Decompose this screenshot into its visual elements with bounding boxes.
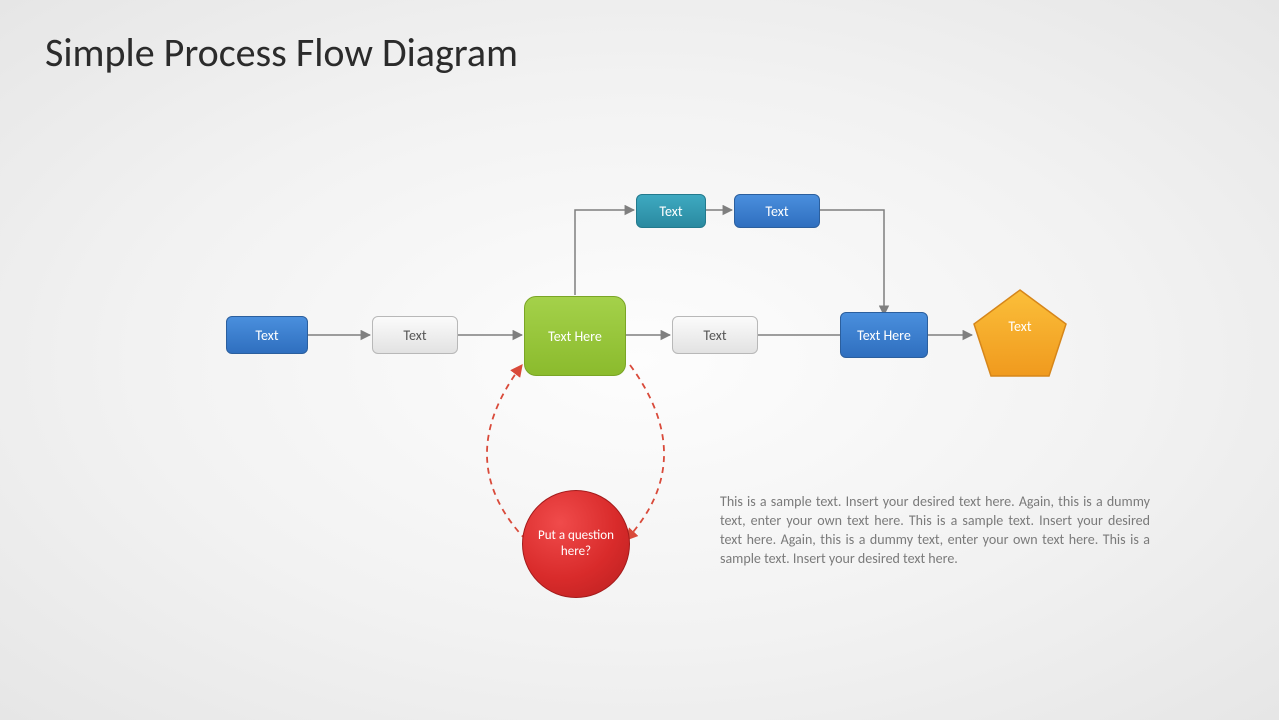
flow-node-6-pentagon: Text xyxy=(972,288,1068,378)
description-text: This is a sample text. Insert your desir… xyxy=(720,493,1150,569)
flow-node-4: Text xyxy=(672,316,758,354)
flow-node-circle: Put a question here? xyxy=(522,490,630,598)
pentagon-label: Text xyxy=(972,318,1068,335)
flow-node-3-green: Text Here xyxy=(524,296,626,376)
diagram-canvas: Text Text Text Text Text Here Text Text … xyxy=(0,0,1279,720)
flow-node-1: Text xyxy=(226,316,308,354)
connector-layer xyxy=(0,0,1279,720)
flow-node-top-teal: Text xyxy=(636,194,706,228)
flow-node-top-blue: Text xyxy=(734,194,820,228)
flow-node-5: Text Here xyxy=(840,312,928,358)
flow-node-2: Text xyxy=(372,316,458,354)
